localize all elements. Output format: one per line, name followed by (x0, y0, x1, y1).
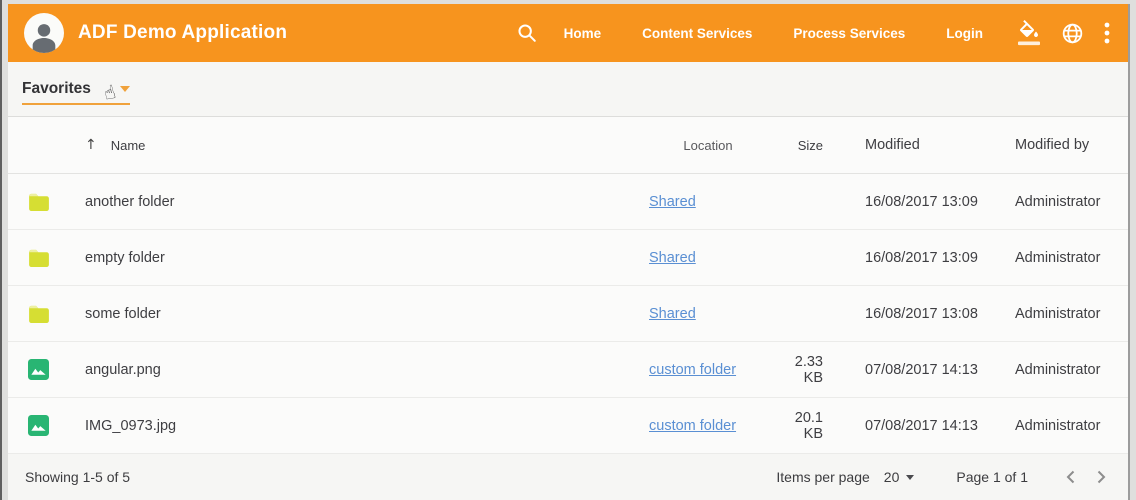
file-size-value: 2.33 KB (773, 354, 835, 386)
language-globe-icon[interactable] (1061, 22, 1084, 45)
nav-item-home[interactable]: Home (564, 26, 602, 41)
tab-favorites[interactable]: Favorites (22, 75, 130, 105)
nav-item-content-services[interactable]: Content Services (642, 26, 752, 41)
page-status-label: Page 1 of 1 (956, 469, 1028, 485)
chevron-down-icon (906, 475, 914, 480)
location-link[interactable]: Shared (649, 194, 696, 210)
file-name-link[interactable]: another folder (85, 194, 174, 210)
previous-page-button[interactable] (1056, 462, 1086, 492)
table-body: another folder Shared 16/08/2017 13:09 A… (8, 174, 1128, 454)
sort-ascending-icon: ↑ (85, 137, 97, 153)
header-icon-group (1017, 20, 1110, 46)
folder-icon (28, 193, 50, 211)
location-link[interactable]: custom folder (649, 362, 736, 378)
showing-range-label: Showing 1-5 of 5 (25, 469, 130, 485)
file-name-link[interactable]: some folder (85, 306, 161, 322)
location-link[interactable]: Shared (649, 306, 696, 322)
table-row[interactable]: empty folder Shared 16/08/2017 13:09 Adm… (8, 230, 1128, 286)
modified-by-value: Administrator (985, 250, 1120, 266)
tab-bar: Favorites ☝ (8, 62, 1128, 117)
modified-by-value: Administrator (985, 362, 1120, 378)
column-header-location[interactable]: Location (643, 138, 773, 153)
person-icon (27, 19, 61, 53)
column-header-size[interactable]: Size (773, 138, 835, 153)
file-size-value: 20.1 KB (773, 410, 835, 442)
modified-date-value: 07/08/2017 14:13 (835, 362, 985, 378)
chevron-right-icon (1093, 469, 1109, 485)
next-page-button[interactable] (1086, 462, 1116, 492)
image-icon (28, 415, 49, 436)
modified-date-value: 16/08/2017 13:09 (835, 194, 985, 210)
table-row[interactable]: another folder Shared 16/08/2017 13:09 A… (8, 174, 1128, 230)
items-per-page-value: 20 (884, 469, 900, 485)
modified-date-value: 07/08/2017 14:13 (835, 418, 985, 434)
file-name-link[interactable]: IMG_0973.jpg (85, 418, 176, 434)
column-header-modified-by[interactable]: Modified by (985, 137, 1120, 153)
items-per-page-label: Items per page (776, 469, 869, 485)
file-name-link[interactable]: angular.png (85, 362, 161, 378)
items-per-page: Items per page 20 (776, 469, 914, 485)
modified-date-value: 16/08/2017 13:09 (835, 250, 985, 266)
nav-item-process-services[interactable]: Process Services (793, 26, 905, 41)
app-header: ADF Demo Application Home Content Servic… (8, 4, 1128, 62)
modified-date-value: 16/08/2017 13:08 (835, 306, 985, 322)
location-link[interactable]: custom folder (649, 418, 736, 434)
search-icon[interactable] (516, 22, 538, 44)
column-header-modified[interactable]: Modified (835, 137, 985, 153)
folder-icon (28, 249, 50, 267)
nav-item-login[interactable]: Login (946, 26, 983, 41)
window-left-border (0, 0, 2, 500)
tab-favorites-label: Favorites (22, 80, 91, 98)
table-row[interactable]: angular.png custom folder 2.33 KB 07/08/… (8, 342, 1128, 398)
file-name-link[interactable]: empty folder (85, 250, 165, 266)
app-title: ADF Demo Application (78, 22, 287, 44)
location-link[interactable]: Shared (649, 250, 696, 266)
image-icon (28, 359, 49, 380)
column-header-name-label: Name (111, 138, 146, 153)
table-header-row: ↑ Name Location Size Modified Modified b… (8, 117, 1128, 174)
chevron-left-icon (1063, 469, 1079, 485)
avatar (24, 13, 64, 53)
items-per-page-select[interactable]: 20 (884, 469, 915, 485)
more-vert-icon[interactable] (1104, 21, 1110, 45)
folder-icon (28, 305, 50, 323)
table-row[interactable]: IMG_0973.jpg custom folder 20.1 KB 07/08… (8, 398, 1128, 454)
chevron-down-icon[interactable] (120, 86, 130, 92)
column-header-name[interactable]: ↑ Name (85, 137, 643, 153)
document-list: ↑ Name Location Size Modified Modified b… (8, 117, 1128, 454)
main-nav: Home Content Services Process Services L… (564, 26, 983, 41)
pagination-footer: Showing 1-5 of 5 Items per page 20 Page … (8, 454, 1128, 500)
adf-demo-app-window: ADF Demo Application Home Content Servic… (8, 4, 1130, 500)
modified-by-value: Administrator (985, 194, 1120, 210)
modified-by-value: Administrator (985, 418, 1120, 434)
screenshot-frame: ADF Demo Application Home Content Servic… (0, 0, 1136, 500)
theme-color-icon[interactable] (1017, 20, 1041, 46)
modified-by-value: Administrator (985, 306, 1120, 322)
table-row[interactable]: some folder Shared 16/08/2017 13:08 Admi… (8, 286, 1128, 342)
